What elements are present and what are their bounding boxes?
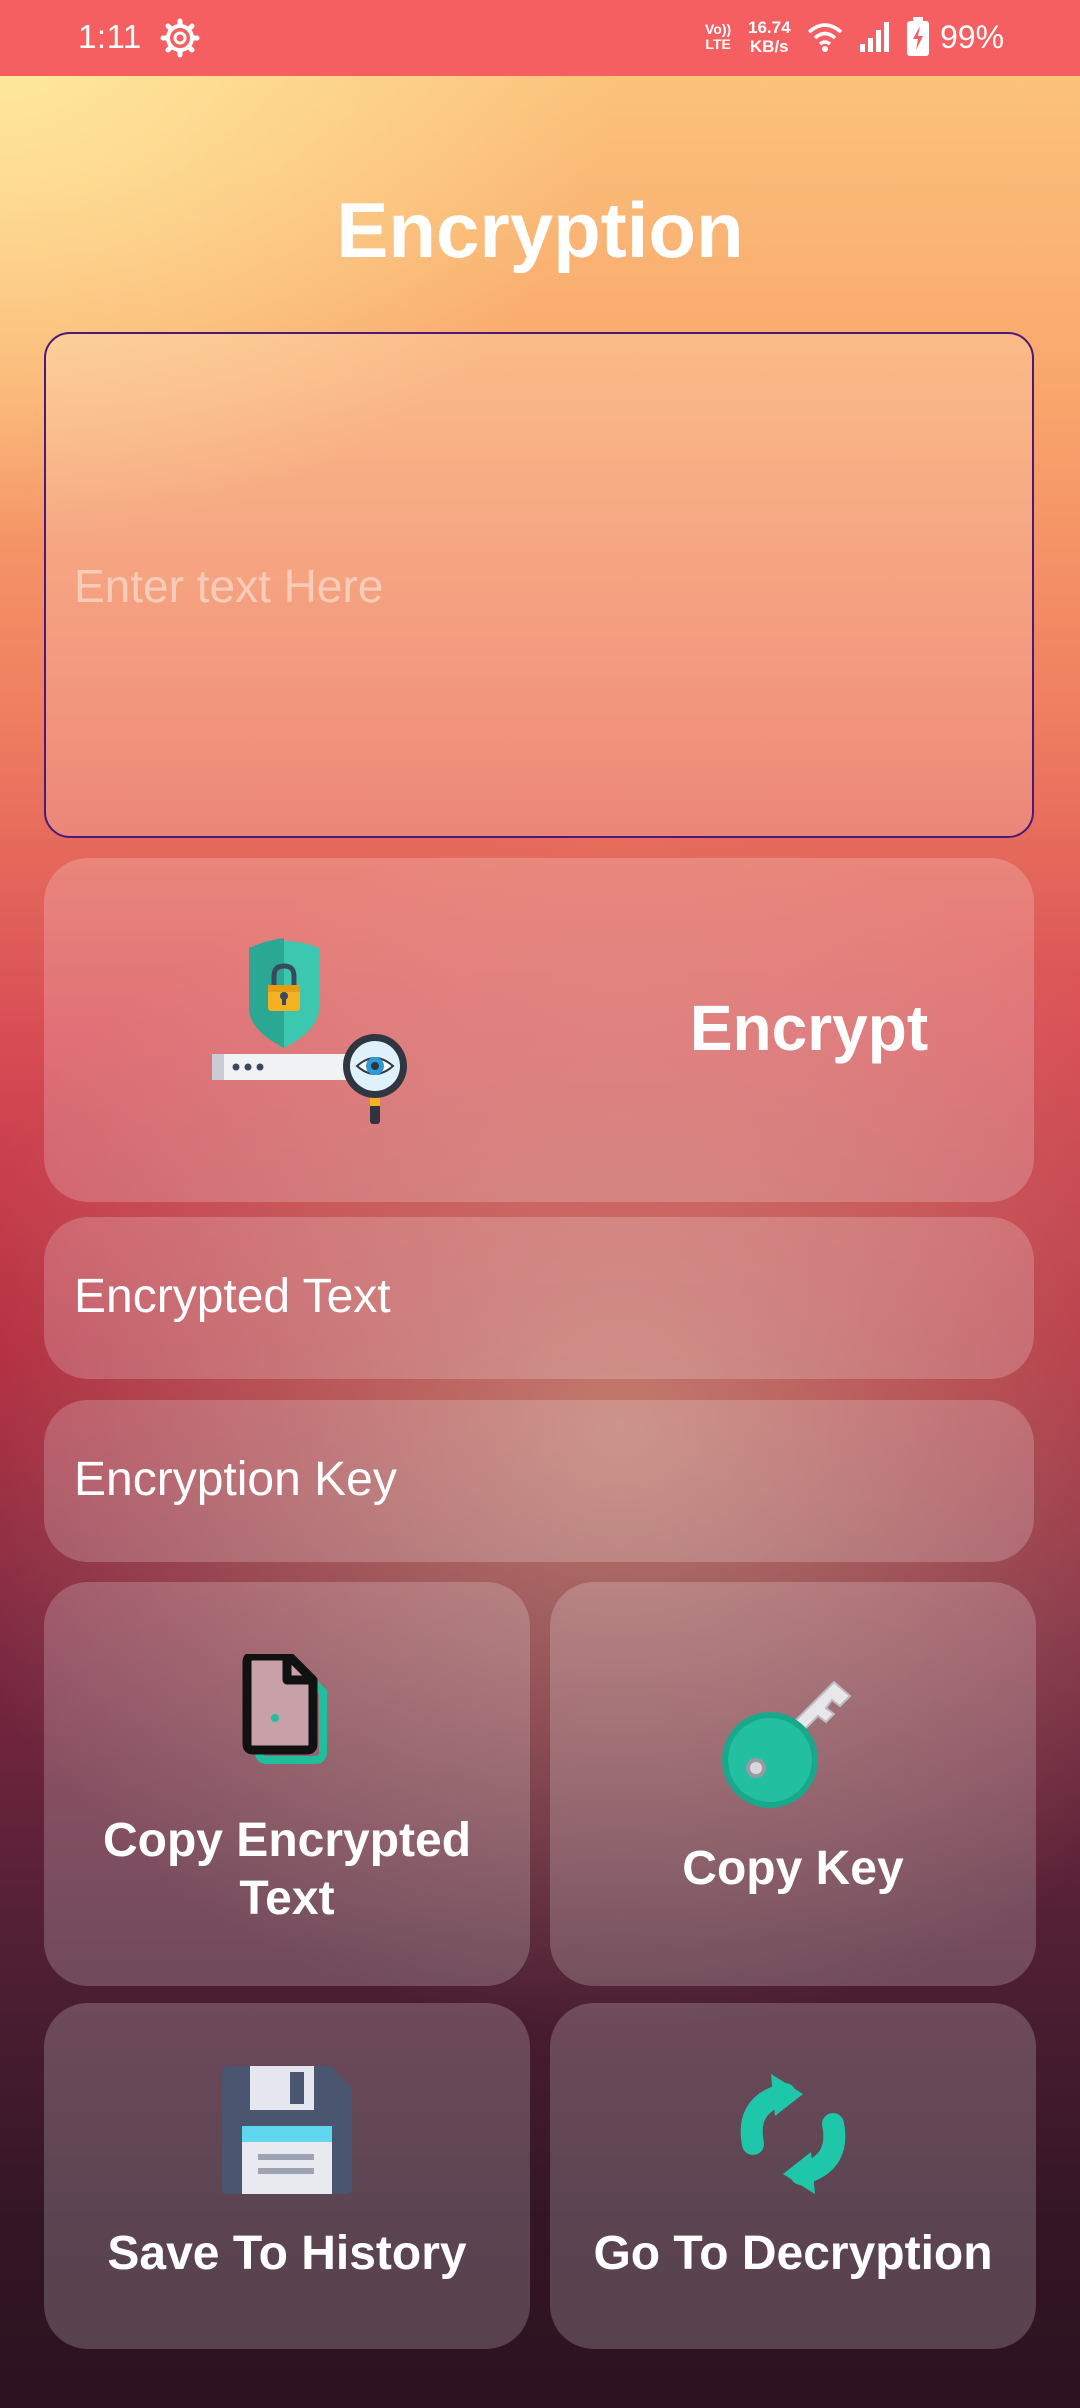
encrypted-text-label: Encrypted Text	[74, 1270, 391, 1323]
status-time: 1:11	[78, 18, 142, 55]
volte-indicator: Vo)) LTE	[705, 21, 732, 52]
copy-key-button[interactable]: Copy Key	[550, 1582, 1036, 1986]
gear-icon	[160, 18, 200, 58]
save-to-history-label: Save To History	[107, 2227, 467, 2280]
battery-percent: 99%	[940, 19, 1005, 55]
text-input-container[interactable]	[44, 332, 1034, 838]
copy-key-label: Copy Key	[682, 1842, 904, 1895]
wifi-icon	[807, 23, 843, 52]
key-icon	[722, 1680, 852, 1808]
encryption-key-label: Encryption Key	[74, 1453, 397, 1506]
go-to-decryption-button[interactable]: Go To Decryption	[550, 2003, 1036, 2349]
signal-icon	[860, 22, 889, 52]
network-speed: 16.74 KB/s	[748, 18, 791, 56]
document-icon	[242, 1654, 327, 1764]
battery-icon	[907, 17, 929, 56]
encryption-key-field[interactable]: Encryption Key	[44, 1400, 1034, 1562]
shield-lock-icon	[212, 938, 407, 1124]
copy-encrypted-text-button[interactable]: Copy Encrypted Text	[44, 1582, 530, 1986]
plaintext-input[interactable]	[74, 334, 1004, 836]
encrypt-button[interactable]: Encrypt	[44, 858, 1034, 1202]
page-title: Encryption	[336, 186, 744, 274]
encrypted-text-field[interactable]: Encrypted Text	[44, 1217, 1034, 1379]
status-bar: 1:11 Vo)) LTE 16.74 KB/s 99%	[0, 0, 1080, 76]
floppy-disk-icon	[222, 2066, 352, 2194]
go-to-decryption-label: Go To Decryption	[593, 2227, 993, 2280]
copy-encrypted-text-label: Copy Encrypted Text	[102, 1814, 472, 1925]
refresh-icon	[740, 2074, 846, 2194]
encrypt-label: Encrypt	[689, 992, 929, 1064]
save-to-history-button[interactable]: Save To History	[44, 2003, 530, 2349]
